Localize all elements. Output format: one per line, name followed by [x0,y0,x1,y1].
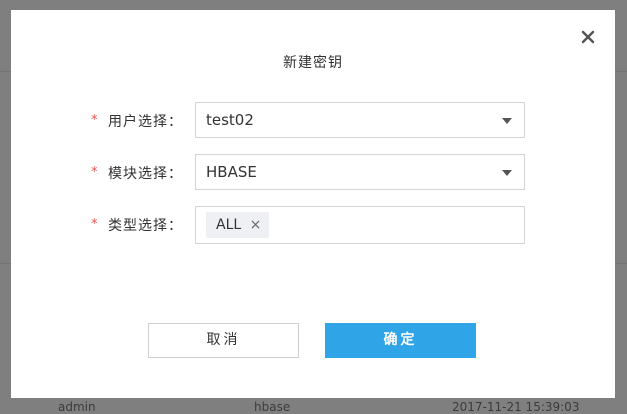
required-mark: * [91,113,98,128]
dialog-title: 新建密钥 [283,55,343,71]
type-multi-select[interactable]: ALL × [195,206,525,244]
type-tag-label: ALL [216,217,242,233]
chevron-down-icon [502,170,512,176]
module-select[interactable]: HBASE [195,154,525,190]
user-select-row: * 用户选择： test02 [11,102,615,138]
chevron-down-icon [502,118,512,124]
module-select-label: 模块选择： [108,166,183,182]
cancel-button[interactable]: 取消 [148,323,299,358]
user-select-value: test02 [206,111,254,129]
background-cell-module: hbase [254,400,291,414]
close-icon[interactable] [577,26,599,48]
required-mark: * [91,217,98,232]
background-cell-user: admin [58,400,96,414]
module-select-value: HBASE [206,163,257,181]
module-select-row: * 模块选择： HBASE [11,154,615,190]
required-mark: * [91,165,98,180]
background-table-row: admin hbase 2017-11-21 15:39:03 [0,398,627,414]
type-select-label: 类型选择： [108,218,183,234]
confirm-button[interactable]: 确定 [325,323,476,358]
user-select[interactable]: test02 [195,102,525,138]
user-select-label: 用户选择： [108,114,183,130]
type-select-row: * 类型选择： ALL × [11,206,615,244]
background-cell-time: 2017-11-21 15:39:03 [452,400,580,414]
new-key-dialog: 新建密钥 * 用户选择： test02 * 模块选择： HBASE * 类型选择… [11,10,615,398]
tag-remove-icon[interactable]: × [250,217,262,233]
type-tag: ALL × [206,212,270,238]
